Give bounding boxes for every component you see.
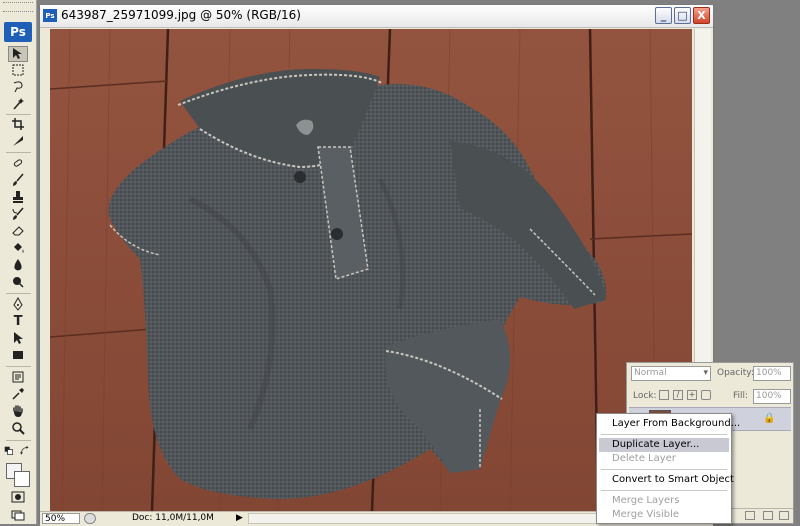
move-tool-icon[interactable] [8, 46, 28, 62]
hand-tool-icon[interactable] [9, 404, 27, 418]
eyedropper-tool-icon[interactable] [9, 387, 27, 401]
new-layer-icon[interactable] [745, 511, 755, 520]
quick-mask-icon[interactable] [9, 490, 27, 504]
maximize-button[interactable]: □ [674, 7, 691, 24]
magic-wand-tool-icon[interactable] [9, 97, 27, 111]
eraser-tool-icon[interactable] [9, 224, 27, 238]
photoshop-logo: Ps [4, 22, 32, 42]
zoom-level-field[interactable]: 50% [42, 513, 80, 524]
document-app-icon: Ps [43, 9, 57, 22]
rectangle-tool-icon[interactable] [9, 348, 27, 362]
tools-panel-grip[interactable] [3, 2, 33, 12]
slice-tool-icon[interactable] [9, 134, 27, 148]
menu-item-convert-to-smart-object[interactable]: Convert to Smart Object [599, 473, 734, 487]
layer-context-menu: Layer From Background... Duplicate Layer… [596, 413, 740, 524]
document-title-bar[interactable]: Ps 643987_25971099.jpg @ 50% (RGB/16) _ … [40, 5, 713, 28]
lock-transparent-icon[interactable] [659, 390, 669, 400]
minimize-button[interactable]: _ [655, 7, 672, 24]
swap-colors-icon[interactable] [20, 444, 30, 458]
type-tool-icon[interactable]: T [9, 314, 27, 329]
background-color-swatch[interactable] [14, 471, 30, 487]
menu-item-layer-from-background[interactable]: Layer From Background... [599, 417, 740, 431]
tools-panel: Ps T [0, 0, 37, 524]
lasso-tool-icon[interactable] [9, 80, 27, 94]
trash-icon[interactable] [763, 511, 773, 520]
menu-item-merge-layers[interactable]: Merge Layers [599, 494, 729, 508]
document-title: 643987_25971099.jpg @ 50% (RGB/16) [61, 8, 301, 22]
fill-field[interactable]: 100% [753, 389, 791, 404]
close-button[interactable]: X [693, 7, 710, 24]
dodge-tool-icon[interactable] [9, 275, 27, 289]
panel-menu-icon[interactable] [779, 511, 789, 520]
healing-brush-tool-icon[interactable] [9, 156, 27, 170]
clone-stamp-tool-icon[interactable] [9, 190, 27, 204]
zoom-tool-icon[interactable] [9, 421, 27, 435]
lock-image-icon[interactable]: / [673, 390, 683, 400]
menu-item-duplicate-layer[interactable]: Duplicate Layer... [599, 438, 729, 452]
opacity-field[interactable]: 100% [753, 366, 791, 381]
blend-mode-select[interactable]: Normal ▾ [631, 366, 711, 381]
opacity-label: Opacity: [717, 368, 754, 378]
paint-bucket-tool-icon[interactable] [9, 241, 27, 255]
lock-all-icon[interactable] [701, 390, 711, 400]
pen-tool-icon[interactable] [9, 297, 27, 311]
lock-position-icon[interactable]: + [687, 390, 697, 400]
chevron-down-icon: ▾ [703, 368, 708, 378]
lock-label: Lock: [633, 391, 657, 401]
screen-mode-icon[interactable] [9, 508, 27, 522]
blend-mode-value: Normal [634, 368, 667, 378]
marquee-tool-icon[interactable] [9, 63, 27, 77]
blur-tool-icon[interactable] [9, 258, 27, 272]
layer-lock-icon: 🔒 [763, 413, 776, 424]
history-brush-tool-icon[interactable] [9, 207, 27, 221]
menu-item-delete-layer[interactable]: Delete Layer [599, 452, 729, 466]
path-selection-tool-icon[interactable] [9, 331, 27, 345]
status-menu-arrow-icon[interactable]: ▶ [236, 513, 243, 523]
brush-tool-icon[interactable] [9, 173, 27, 187]
menu-item-merge-visible[interactable]: Merge Visible [599, 508, 729, 522]
fill-label: Fill: [733, 391, 749, 401]
crop-tool-icon[interactable] [9, 117, 27, 131]
notes-tool-icon[interactable] [9, 370, 27, 384]
default-colors-icon[interactable] [4, 444, 14, 458]
document-size: Doc: 11,0M/11,0M [132, 513, 214, 523]
status-info-icon[interactable] [84, 513, 96, 524]
